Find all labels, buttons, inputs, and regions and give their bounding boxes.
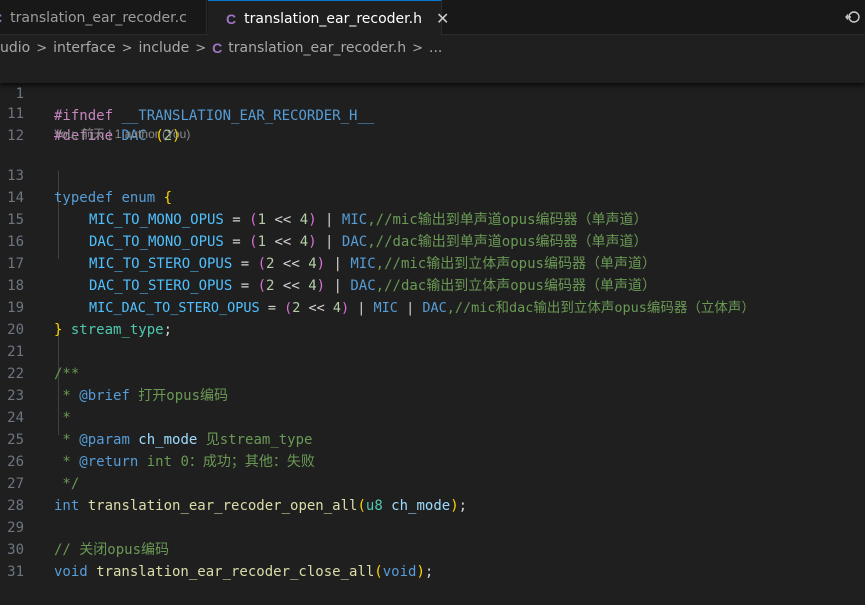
chevron-right-icon: > [121,40,133,56]
code-line: 30 void translation_ear_recoder_close_al… [0,517,865,580]
c-file-icon: C [0,10,2,26]
code-line: 12 [0,103,865,144]
semicolon: ; [424,564,434,580]
breadcrumb-item-interface[interactable]: interface [53,40,115,56]
line-number: 31 [7,564,24,580]
code-line: 23 * [0,363,865,426]
code-line: 11 #define DAC (2) [0,81,865,144]
codelens-blame[interactable]: You, 前天 | 1 author (You) [54,124,190,144]
c-file-icon: C [212,40,223,56]
tab-translation-ear-recoder-c[interactable]: C translation_ear_recoder.c [0,0,207,35]
code-line: 18 MIC_DAC_TO_STERO_OPUS = (2 << 4) | MI… [0,253,865,316]
chevron-right-icon: > [195,40,207,56]
function-name: translation_ear_recoder_close_all [87,564,375,580]
paren: ( [374,564,383,580]
code-line: 14 MIC_TO_MONO_OPUS = (1 << 4) | MIC,//m… [0,165,865,228]
code-line: 28 [0,473,865,514]
code-line: 25 * @return int 0：成功；其他：失败 [0,407,865,470]
code-line: 17 DAC_TO_STERO_OPUS = (2 << 4) | DAC,//… [0,231,865,294]
paren: ) [416,564,425,580]
chevron-right-icon: > [36,40,48,56]
code-line: 22 * @brief 打开opus编码 [0,341,865,404]
tab-translation-ear-recoder-h[interactable]: C translation_ear_recoder.h ✕ [208,0,449,36]
breadcrumb: udio > interface > include > C translati… [0,36,865,60]
code-line: 21 /** [0,319,865,382]
breadcrumb-item-symbols[interactable]: ... [429,40,442,56]
editor-tab-bar: C translation_ear_recoder.c C translatio… [0,0,865,36]
code-editor[interactable]: 1 #ifndef __TRANSLATION_EAR_RECORDER_H__… [0,61,865,580]
open-changes-icon[interactable] [843,7,863,27]
breadcrumb-item-include[interactable]: include [138,40,189,56]
chevron-right-icon: > [412,40,423,56]
breadcrumb-item-audio[interactable]: udio [0,40,30,56]
breadcrumb-item-file[interactable]: translation_ear_recoder.h [228,40,406,56]
tab-label: translation_ear_recoder.c [10,9,187,26]
close-tab-icon[interactable]: ✕ [436,9,449,28]
code-line: 27 int translation_ear_recoder_open_all(… [0,451,865,514]
code-line: 24 * @param ch_mode 见stream_type [0,385,865,448]
code-line: 16 MIC_TO_STERO_OPUS = (2 << 4) | MIC,//… [0,209,865,272]
code-line: 29 // 关闭opus编码 [0,495,865,558]
code-line: 1 #ifndef __TRANSLATION_EAR_RECORDER_H__ [0,61,865,124]
c-file-icon: C [226,10,237,27]
code-line: 15 DAC_TO_MONO_OPUS = (1 << 4) | DAC,//d… [0,187,865,250]
code-line: 20 [0,297,865,338]
keyword: void [382,564,417,580]
code-line: 13 typedef enum { [0,143,865,206]
code-line: 31 [0,539,865,580]
code-line: 19 } stream_type; [0,275,865,338]
code-line: 26 */ [0,429,865,492]
keyword: void [54,564,88,580]
tab-label: translation_ear_recoder.h [244,10,422,27]
